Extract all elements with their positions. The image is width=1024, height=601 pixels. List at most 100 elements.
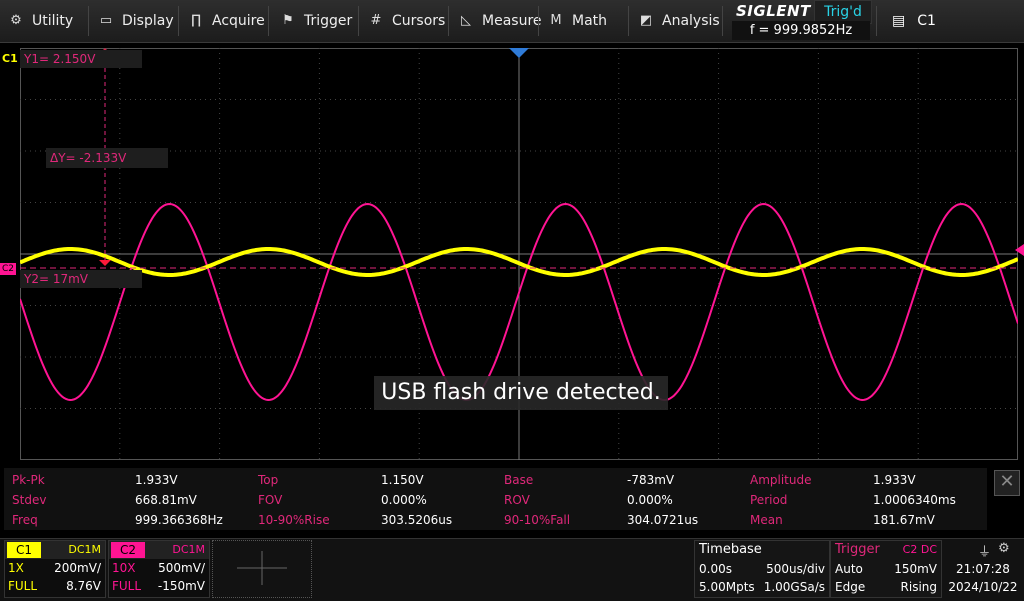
settings-icon[interactable]: ⚙ — [998, 541, 1010, 556]
measure-value: -783mV — [627, 473, 675, 487]
measurement-row: Freq 999.366368Hz 10-90%Rise 303.5206us … — [4, 510, 987, 530]
c1-offset: 8.76V — [66, 579, 101, 593]
active-channel-label: C1 — [917, 13, 936, 29]
measure-label: Stdev — [12, 493, 47, 507]
usb-icon: ⏚ — [978, 545, 992, 560]
cursor-y1-readout: Y1= 2.150V — [20, 50, 142, 68]
trigger-box[interactable]: Trigger C2 DC Auto 150mV Edge Rising — [830, 540, 942, 598]
divider — [538, 6, 539, 36]
divider — [88, 6, 89, 36]
trigger-title: Trigger — [835, 542, 880, 557]
measure-label: Freq — [12, 513, 38, 527]
trigger-position-marker[interactable] — [509, 48, 529, 58]
menu-measure[interactable]: ◺ Measure — [458, 0, 542, 42]
measure-label: 10-90%Rise — [258, 513, 330, 527]
divider — [268, 6, 269, 36]
close-icon: ✕ — [999, 471, 1015, 492]
timebase-box[interactable]: Timebase 0.00s 500us/div 5.00Mpts 1.00GS… — [694, 540, 830, 598]
menu-measure-label: Measure — [482, 13, 542, 29]
c2-header: C2 DC1M — [109, 541, 209, 559]
menu-cursors[interactable]: # Cursors — [368, 0, 446, 42]
close-measure-button[interactable]: ✕ — [994, 470, 1020, 496]
measure-value: 0.000% — [627, 493, 673, 507]
math-icon: M — [550, 13, 562, 28]
c2-tag: C2 — [111, 542, 145, 558]
trigger-type: Edge — [835, 580, 866, 594]
trigger-source: C2 DC — [902, 543, 937, 556]
menu-display-label: Display — [122, 13, 174, 29]
measure-label: Top — [258, 473, 279, 487]
divider — [628, 6, 629, 36]
active-channel-selector[interactable]: ▤ C1 — [880, 0, 936, 42]
c2-bandwidth: FULL — [112, 579, 142, 593]
c2-line: FULL -150mV — [109, 577, 209, 595]
c2-line: 10X 500mV/ — [109, 559, 209, 577]
system-icons: ⏚ ⚙ — [944, 540, 1022, 560]
document-icon: ▤ — [892, 13, 906, 29]
menu-utility-label: Utility — [32, 13, 74, 29]
menu-analysis[interactable]: ◩ Analysis — [638, 0, 720, 42]
memory-depth: 5.00Mpts — [699, 580, 755, 594]
measure-value: 668.81mV — [135, 493, 197, 507]
system-status: ⏚ ⚙ 21:07:28 2024/10/22 — [944, 540, 1022, 596]
c1-line: 1X 200mV/ — [5, 559, 105, 577]
divider — [178, 6, 179, 36]
menu-trigger[interactable]: ⚑ Trigger — [280, 0, 352, 42]
flag-icon: ⚑ — [282, 13, 294, 28]
c2-ground-marker[interactable]: C2 — [0, 263, 16, 275]
trigger-level: 150mV — [894, 562, 937, 576]
menu-utility[interactable]: ⚙ Utility — [8, 0, 73, 42]
menu-math-label: Math — [572, 13, 608, 29]
gear-icon: ⚙ — [10, 13, 22, 28]
add-channel-button[interactable] — [212, 540, 312, 598]
c1-channel-box[interactable]: C1 DC1M 1X 200mV/ FULL 8.76V — [4, 540, 106, 598]
sample-rate: 1.00GSa/s — [763, 580, 825, 594]
trigger-level-marker[interactable] — [1015, 244, 1024, 256]
measurement-row: Pk-Pk 1.933V Top 1.150V Base -783mV Ampl… — [4, 470, 987, 490]
measure-label: Pk-Pk — [12, 473, 45, 487]
measure-label: 90-10%Fall — [504, 513, 571, 527]
measurement-row: Stdev 668.81mV FOV 0.000% ROV 0.000% Per… — [4, 490, 987, 510]
c2-coupling: DC1M — [172, 543, 205, 556]
cursor-y2-readout: Y2= 17mV — [20, 270, 142, 288]
c1-header: C1 DC1M — [5, 541, 105, 559]
menu-cursors-label: Cursors — [392, 13, 446, 29]
measure-value: 999.366368Hz — [135, 513, 223, 527]
c1-probe: 1X — [8, 561, 24, 575]
cursor-down-arrow — [99, 260, 111, 266]
menu-display[interactable]: ▭ Display — [98, 0, 174, 42]
measure-value: 303.5206us — [381, 513, 453, 527]
divider — [876, 6, 877, 36]
measure-icon: ◺ — [461, 13, 471, 28]
divider — [358, 6, 359, 36]
measure-value: 304.0721us — [627, 513, 699, 527]
c1-line: FULL 8.76V — [5, 577, 105, 595]
clock-date: 2024/10/22 — [948, 580, 1018, 594]
measure-value: 1.933V — [135, 473, 178, 487]
c1-tag: C1 — [7, 542, 41, 558]
measure-label: Period — [750, 493, 788, 507]
divider — [448, 6, 449, 36]
measure-label: Mean — [750, 513, 783, 527]
c2-offset: -150mV — [157, 579, 205, 593]
trigger-mode: Auto — [835, 562, 863, 576]
brand-logo: SIGLENT — [736, 2, 811, 20]
usb-notification: USB flash drive detected. — [374, 376, 668, 410]
c1-ground-marker[interactable]: C1 — [2, 52, 18, 65]
c2-channel-box[interactable]: C2 DC1M 10X 500mV/ FULL -150mV — [108, 540, 210, 598]
menu-trigger-label: Trigger — [304, 13, 353, 29]
clock-time: 21:07:28 — [956, 562, 1010, 576]
menu-math[interactable]: M Math — [548, 0, 607, 42]
menu-acquire[interactable]: ∏ Acquire — [188, 0, 265, 42]
measure-value: 181.67mV — [873, 513, 935, 527]
crosshair-icon: # — [370, 13, 382, 28]
measure-label: Amplitude — [750, 473, 812, 487]
measure-label: FOV — [258, 493, 283, 507]
c2-scale: 500mV/ — [158, 561, 205, 575]
monitor-icon: ▭ — [99, 13, 113, 28]
divider — [722, 6, 723, 36]
timebase-title: Timebase — [699, 542, 762, 557]
c2-probe: 10X — [112, 561, 136, 575]
measure-value: 1.933V — [873, 473, 916, 487]
menu-acquire-label: Acquire — [212, 13, 265, 29]
